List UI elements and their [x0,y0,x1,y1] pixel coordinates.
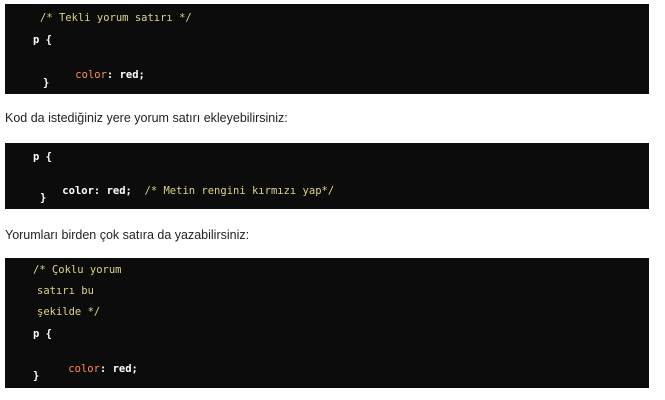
code-value: red; [119,69,145,81]
prose-paragraph-2: Yorumları birden çok satıra da yazabilir… [5,228,250,242]
code-block-1: /* Tekli yorum satırı */ p { color: red;… [5,4,649,94]
code-comment-line-2: satırı bu [37,285,94,297]
code-close-brace: } [33,370,40,382]
code-close-brace: } [43,77,50,89]
code-comment-line-1: /* Çoklu yorum [33,264,122,276]
code-comment-line-3: şekilde */ [37,306,101,318]
code-selector: p { [33,328,52,340]
code-colon: : [93,185,101,197]
code-comment: /* Tekli yorum satırı */ [40,12,192,24]
code-colon: : [99,363,107,375]
code-close-brace: } [40,192,47,204]
code-value: red; [106,185,132,197]
code-property: color [62,185,94,197]
code-declaration: color: red; /* Metin rengini kırmızı yap… [37,170,334,212]
code-selector: p { [33,34,52,46]
code-property: color [68,363,100,375]
code-property: color [75,69,107,81]
code-declaration: color: red; [50,54,145,96]
code-comment: /* Metin rengini kırmızı yap*/ [144,185,335,197]
code-block-3: /* Çoklu yorum satırı bu şekilde */ p { … [5,258,649,388]
code-colon: : [106,69,114,81]
code-value: red; [112,363,138,375]
code-block-2: p { color: red; /* Metin rengini kırmızı… [5,143,649,209]
code-selector: p { [33,151,52,163]
code-declaration: color: red; [43,348,138,390]
prose-paragraph-1: Kod da istediğiniz yere yorum satırı ekl… [5,111,288,125]
